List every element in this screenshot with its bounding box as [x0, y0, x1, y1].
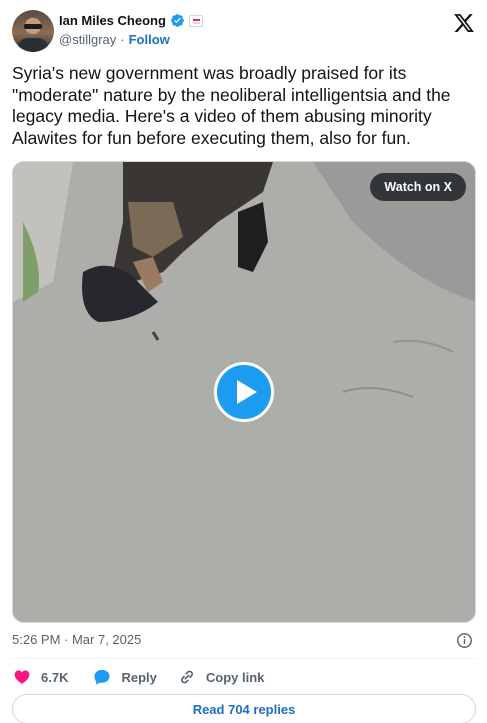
action-bar: 6.7K Reply Copy link: [12, 666, 264, 688]
tweet-meta: 5:26 PM · Mar 7, 2025: [12, 632, 476, 648]
reply-button[interactable]: Reply: [92, 667, 157, 687]
play-button[interactable]: [214, 362, 274, 422]
link-icon: [180, 670, 193, 684]
read-replies-button[interactable]: Read 704 replies: [12, 694, 476, 723]
tweet-text: Syria's new government was broadly prais…: [12, 63, 451, 148]
x-logo-icon[interactable]: [453, 12, 475, 34]
copy-link-label: Copy link: [205, 669, 265, 685]
timestamp[interactable]: 5:26 PM · Mar 7, 2025: [12, 632, 141, 647]
like-button[interactable]: 6.7K: [12, 667, 68, 687]
reply-label: Reply: [121, 669, 157, 685]
reply-bubble-icon: [94, 669, 110, 685]
follow-button[interactable]: Follow: [129, 32, 170, 47]
like-count: 6.7K: [41, 669, 69, 685]
display-name[interactable]: Ian Miles Cheong: [59, 13, 166, 28]
separator: ·: [120, 32, 125, 47]
name-row: Ian Miles Cheong: [59, 13, 203, 28]
copy-link-button[interactable]: Copy link: [177, 667, 265, 687]
handle[interactable]: @stillgray: [59, 32, 116, 47]
info-icon[interactable]: [456, 632, 473, 649]
affiliate-badge-icon: [188, 14, 203, 27]
handle-row: @stillgray · Follow: [59, 32, 170, 47]
watch-on-x-button[interactable]: Watch on X: [370, 173, 466, 201]
heart-icon: [14, 670, 30, 684]
avatar[interactable]: [12, 10, 54, 52]
tweet-header: Ian Miles Cheong @stillgray · Follow: [12, 10, 475, 52]
avatar-glasses: [24, 24, 42, 29]
play-icon: [236, 380, 257, 404]
avatar-shirt: [18, 38, 48, 52]
video-player[interactable]: Watch on X: [12, 161, 476, 623]
verified-badge-icon: [171, 14, 184, 27]
divider: [12, 658, 476, 659]
